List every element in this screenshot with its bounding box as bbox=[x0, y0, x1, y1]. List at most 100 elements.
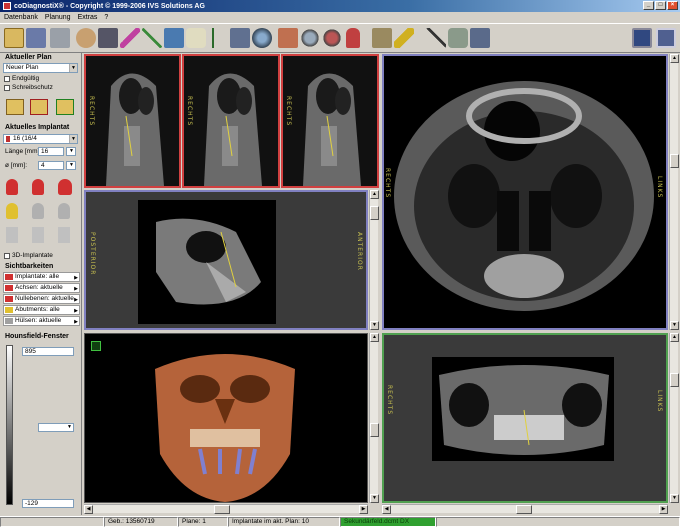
fullscreen-icon[interactable] bbox=[656, 28, 676, 48]
scroll-thumb[interactable] bbox=[214, 505, 230, 514]
segmentation-icon[interactable] bbox=[98, 28, 118, 48]
scroll-right-icon[interactable]: ▶ bbox=[659, 505, 668, 514]
axial-scrollbar[interactable]: ▲ ▼ bbox=[669, 54, 679, 330]
open-icon[interactable] bbox=[4, 28, 24, 48]
scroll-thumb[interactable] bbox=[370, 423, 379, 437]
sphere-icon[interactable] bbox=[252, 28, 272, 48]
cursor-icon[interactable] bbox=[372, 28, 392, 48]
implant-select[interactable]: 16 (16/4 ▼ bbox=[3, 134, 78, 144]
3d-skull-image bbox=[85, 334, 367, 502]
maximize-button[interactable]: □ bbox=[655, 1, 666, 10]
hounsfield-bottom-input[interactable]: -129 bbox=[22, 499, 74, 508]
panoramic-view[interactable]: RECHTS LINKS bbox=[382, 333, 668, 503]
menu-datenbank[interactable]: Datenbank bbox=[4, 14, 38, 21]
axis-icon[interactable] bbox=[208, 28, 228, 48]
visibility-sleeves[interactable]: Hülsen: aktuelle ▶ bbox=[3, 316, 80, 326]
move-implant-icon[interactable] bbox=[58, 179, 72, 195]
laenge-label: Länge [mm]: bbox=[5, 148, 42, 155]
layout-icon[interactable] bbox=[470, 28, 490, 48]
tooth-icon[interactable] bbox=[186, 28, 206, 48]
plan-section-title: Aktueller Plan bbox=[5, 54, 52, 61]
remove-implant-icon[interactable] bbox=[32, 179, 44, 195]
sagittal-scrollbar[interactable]: ▲ ▼ bbox=[369, 190, 379, 330]
rotate-abutment-icon[interactable] bbox=[58, 203, 70, 219]
plan-select[interactable]: Neuer Plan ▼ bbox=[3, 63, 78, 73]
monitor-icon[interactable] bbox=[632, 28, 652, 48]
laenge-input[interactable]: 16 bbox=[38, 147, 64, 156]
zoom-fit-icon[interactable] bbox=[322, 28, 342, 48]
scroll-thumb[interactable] bbox=[670, 373, 679, 387]
visibility-implants-label: Implantate: alle bbox=[15, 273, 60, 280]
scroll-down-icon[interactable]: ▼ bbox=[670, 321, 679, 330]
scroll-up-icon[interactable]: ▲ bbox=[670, 54, 679, 63]
scroll-left-icon[interactable]: ◀ bbox=[84, 505, 93, 514]
delete-plan-icon[interactable] bbox=[30, 99, 48, 115]
sleeve-options-icon[interactable] bbox=[58, 227, 70, 243]
durchmesser-dropdown[interactable]: ▼ bbox=[66, 161, 76, 170]
axial-view[interactable]: RECHTS LINKS bbox=[382, 54, 668, 330]
3d-view-toggle-icon[interactable] bbox=[91, 341, 101, 351]
scroll-right-icon[interactable]: ▶ bbox=[359, 505, 368, 514]
visibility-zero-planes[interactable]: Nullebenen: aktuelle ▶ bbox=[3, 294, 80, 304]
3d-view[interactable] bbox=[84, 333, 368, 503]
scroll-thumb[interactable] bbox=[370, 206, 379, 220]
scroll-up-icon[interactable]: ▲ bbox=[670, 333, 679, 342]
title-bar: coDiagnostiX® - Copyright © 1999-2006 IV… bbox=[0, 0, 680, 12]
scroll-left-icon[interactable]: ◀ bbox=[382, 505, 391, 514]
hounsfield-mid-select[interactable]: ▼ bbox=[38, 423, 74, 432]
measure-icon[interactable] bbox=[230, 28, 250, 48]
copy-plan-icon[interactable] bbox=[56, 99, 74, 115]
new-plan-icon[interactable] bbox=[6, 99, 24, 115]
scroll-down-icon[interactable]: ▼ bbox=[370, 321, 379, 330]
arrow-select-icon[interactable] bbox=[426, 28, 446, 48]
pencil-icon[interactable] bbox=[394, 28, 414, 48]
menu-help[interactable]: ? bbox=[104, 14, 108, 21]
close-button[interactable]: × bbox=[667, 1, 678, 10]
menu-planung[interactable]: Planung bbox=[45, 14, 71, 21]
schreibschutz-checkbox[interactable]: Schreibschutz bbox=[4, 84, 53, 91]
implant3d-checkbox[interactable]: 3D-Implantate bbox=[4, 252, 53, 259]
remove-abutment-icon[interactable] bbox=[32, 203, 44, 219]
scroll-thumb[interactable] bbox=[670, 154, 679, 168]
3d-hscrollbar[interactable]: ◀ ▶ bbox=[84, 504, 368, 514]
3d-scrollbar[interactable]: ▲ ▼ bbox=[369, 333, 379, 503]
visibility-axes[interactable]: Achsen: aktuelle ▶ bbox=[3, 283, 80, 293]
scroll-thumb[interactable] bbox=[516, 505, 532, 514]
panorama-curve-icon[interactable] bbox=[142, 28, 162, 48]
slice-plane-icon[interactable] bbox=[164, 28, 184, 48]
remove-sleeve-icon[interactable] bbox=[32, 227, 44, 243]
sagittal-view[interactable]: POSTERIOR ANTERIOR bbox=[84, 190, 368, 330]
toolbar bbox=[0, 23, 680, 53]
zoom-icon[interactable] bbox=[300, 28, 320, 48]
panoramic-hscrollbar[interactable]: ◀ ▶ bbox=[382, 504, 668, 514]
visibility-abutments[interactable]: Abutments: alle ▶ bbox=[3, 305, 80, 315]
minimize-button[interactable]: _ bbox=[643, 1, 654, 10]
laenge-dropdown[interactable]: ▼ bbox=[66, 147, 76, 156]
add-abutment-icon[interactable] bbox=[6, 203, 18, 219]
guide-icon[interactable] bbox=[448, 28, 468, 48]
panoramic-scrollbar[interactable]: ▲ ▼ bbox=[669, 333, 679, 503]
print-icon[interactable] bbox=[50, 28, 70, 48]
hounsfield-top-input[interactable]: 895 bbox=[22, 347, 74, 356]
implant-select-icon[interactable] bbox=[346, 28, 360, 48]
scroll-up-icon[interactable]: ▲ bbox=[370, 190, 379, 199]
add-implant-icon[interactable] bbox=[6, 179, 18, 195]
cross-section-view-2[interactable]: RECHTS bbox=[182, 54, 280, 188]
add-sleeve-icon[interactable] bbox=[6, 227, 18, 243]
checkbox-box bbox=[4, 84, 10, 91]
implant-select-value: 16 (16/4 bbox=[13, 135, 37, 142]
nerve-icon[interactable] bbox=[120, 28, 140, 48]
menu-extras[interactable]: Extras bbox=[78, 14, 98, 21]
endgueltig-checkbox[interactable]: Endgültig bbox=[4, 75, 39, 82]
scroll-down-icon[interactable]: ▼ bbox=[670, 494, 679, 503]
durchmesser-input[interactable]: 4 bbox=[38, 161, 64, 170]
cross-section-view-1[interactable]: RECHTS bbox=[84, 54, 181, 188]
cross-section-view-3[interactable]: RECHTS bbox=[281, 54, 379, 188]
save-icon[interactable] bbox=[26, 28, 46, 48]
export-icon[interactable] bbox=[278, 28, 298, 48]
hounsfield-gradient-bar[interactable] bbox=[6, 345, 13, 505]
scroll-up-icon[interactable]: ▲ bbox=[370, 333, 379, 342]
visibility-implants[interactable]: Implantate: alle ▶ bbox=[3, 272, 80, 282]
scroll-down-icon[interactable]: ▼ bbox=[370, 494, 379, 503]
patient-icon[interactable] bbox=[76, 28, 96, 48]
